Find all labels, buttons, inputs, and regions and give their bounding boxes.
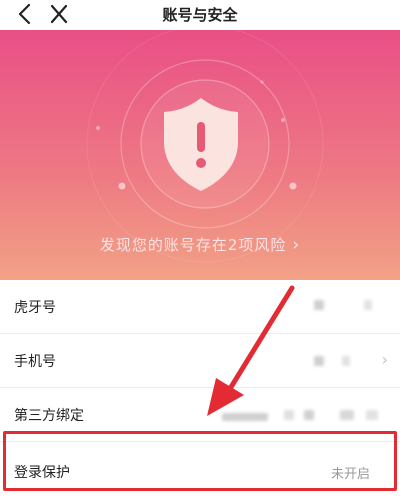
redacted-value [222, 413, 268, 421]
settings-row-label: 虎牙号 [14, 300, 56, 316]
redacted-value [314, 356, 324, 366]
settings-row-huya-id[interactable]: 虎牙号 [0, 280, 400, 334]
redacted-value [314, 300, 324, 310]
settings-row-label: 第三方绑定 [14, 408, 84, 424]
chevron-right-icon: › [292, 235, 301, 255]
settings-row-phone[interactable]: 手机号 › [0, 334, 400, 388]
risk-warning-text: 发现您的账号存在2项风险 [99, 236, 287, 254]
redacted-value [284, 410, 294, 420]
settings-list: 虎牙号 手机号 › 第三方绑定 登录保护 未开启 [0, 280, 400, 497]
settings-row-login-protection[interactable]: 登录保护 未开启 [0, 442, 400, 497]
redacted-value [304, 410, 314, 420]
settings-row-label: 登录保护 [14, 465, 70, 481]
redacted-value [342, 356, 350, 366]
top-bar: 账号与安全 [0, 0, 400, 30]
shield-alert-icon [164, 98, 238, 191]
redacted-value [366, 410, 378, 420]
redacted-value [364, 300, 372, 310]
page-title: 账号与安全 [162, 6, 238, 24]
security-hero-banner: 发现您的账号存在2项风险 › [0, 30, 400, 280]
chevron-right-icon: › [381, 350, 388, 369]
login-protection-status: 未开启 [330, 467, 370, 482]
redacted-value [340, 410, 354, 420]
settings-row-label: 手机号 [14, 354, 56, 370]
settings-row-third-party[interactable]: 第三方绑定 [0, 388, 400, 442]
risk-warning-link[interactable]: 发现您的账号存在2项风险 › [0, 234, 400, 255]
